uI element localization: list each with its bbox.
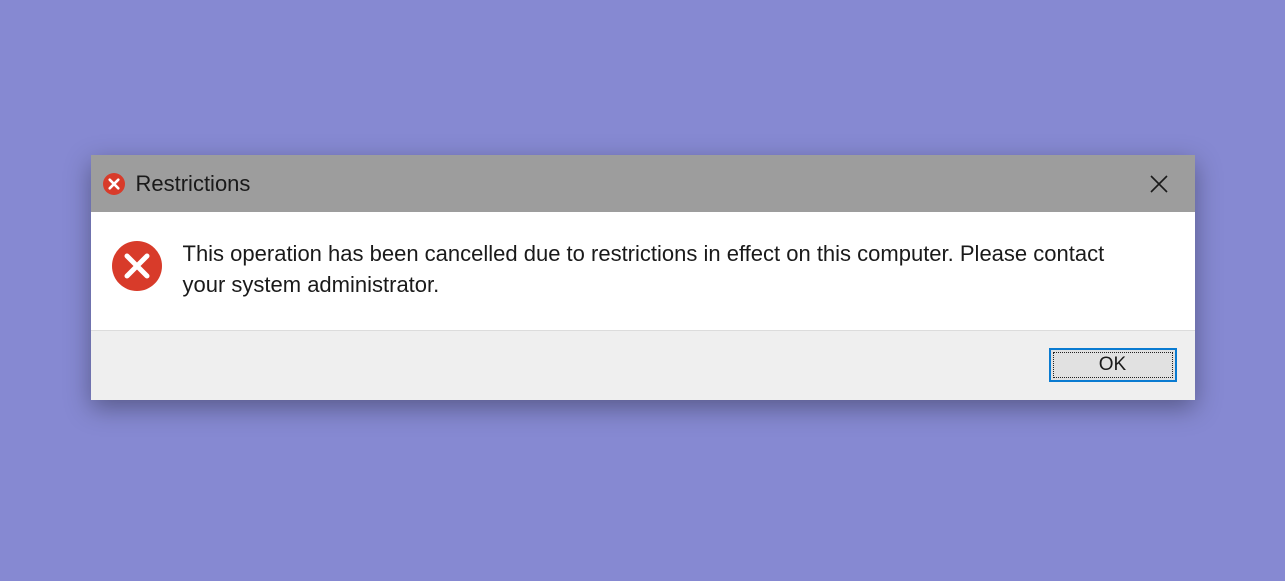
dialog-title: Restrictions [136,171,1137,197]
dialog-message: This operation has been cancelled due to… [183,236,1143,300]
close-button[interactable] [1137,162,1181,206]
titlebar: Restrictions [91,155,1195,212]
restrictions-dialog: Restrictions This operation has been can… [91,155,1195,400]
ok-button[interactable]: OK [1049,348,1177,382]
error-icon [109,238,165,294]
dialog-body: This operation has been cancelled due to… [91,212,1195,330]
dialog-footer: OK [91,330,1195,400]
error-icon [101,171,127,197]
